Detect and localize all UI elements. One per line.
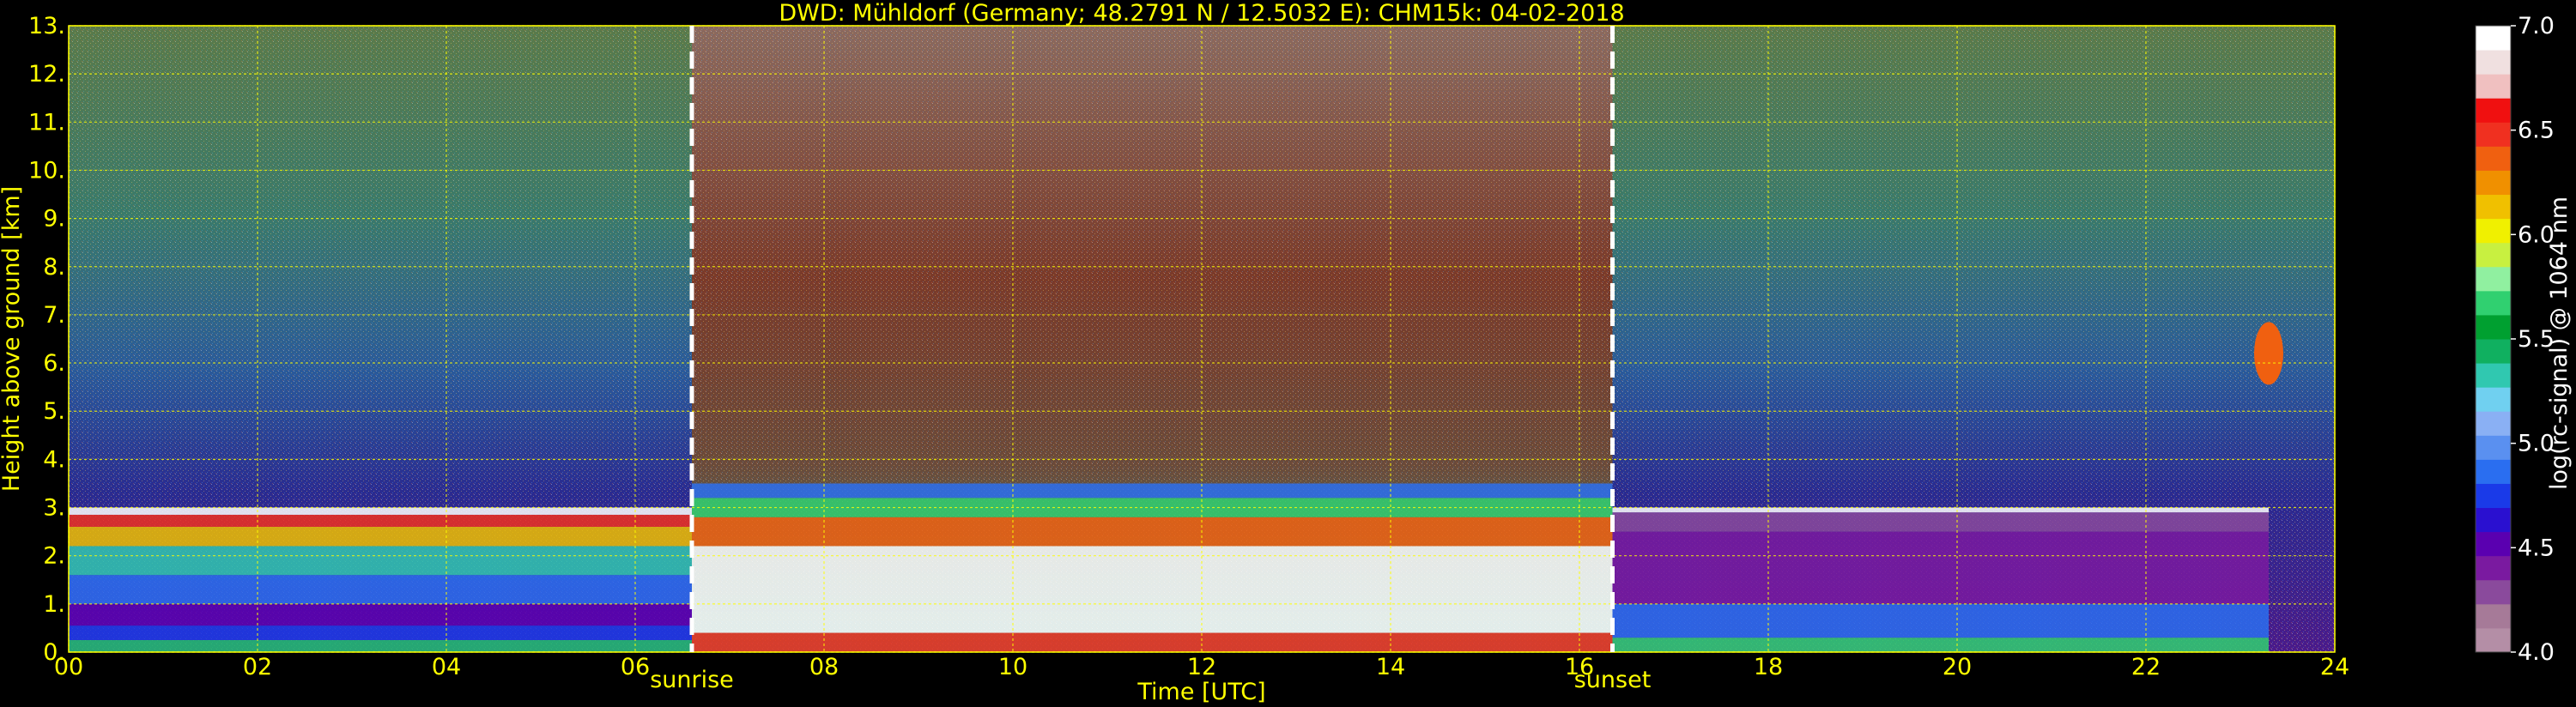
layer-band <box>692 483 1613 499</box>
y-tick-label: 8. <box>43 254 65 281</box>
colorbar-swatch <box>2476 218 2511 244</box>
x-tick-label: 14 <box>1376 654 1405 680</box>
ceilometer-figure: sunrise sunset 00 02 04 06 08 10 12 14 16 18 20 22 24… <box>0 0 2573 705</box>
x-axis-label: Time [UTC] <box>1136 679 1265 705</box>
colorbar-swatch <box>2476 531 2511 557</box>
layer-band <box>69 575 692 604</box>
colorbar-swatch <box>2476 170 2511 196</box>
x-tick-label: 10 <box>998 654 1027 680</box>
layer-band <box>69 625 692 640</box>
colorbar-swatch <box>2476 603 2511 629</box>
y-axis-ticks: 0. 1. 2. 3. 4. 5. 6. 7. 8. 9. 10. 11. 12. 13. <box>28 13 65 666</box>
x-tick-label: 02 <box>243 654 272 680</box>
layer-band <box>69 507 692 515</box>
layer-band <box>692 632 1613 652</box>
y-tick-label: 2. <box>43 543 65 570</box>
layer-3 <box>2254 322 2283 385</box>
colorbar-swatch <box>2476 387 2511 412</box>
marker-label-sunrise: sunrise <box>650 667 734 693</box>
colorbar-tick-label: 4.5 <box>2518 535 2555 561</box>
colorbar-swatches <box>2475 25 2512 653</box>
y-tick-label: 11. <box>28 109 65 136</box>
y-tick-label: 12. <box>28 61 65 88</box>
colorbar-tick-label: 4.0 <box>2518 639 2555 666</box>
x-tick-label: 08 <box>809 654 839 680</box>
plume-mark <box>2254 322 2283 385</box>
layer-band <box>69 639 692 652</box>
layer-band <box>69 514 692 527</box>
y-tick-label: 0. <box>43 639 65 666</box>
colorbar-swatch <box>2476 579 2511 605</box>
colorbar-swatch <box>2476 363 2511 388</box>
y-tick-label: 6. <box>43 350 65 377</box>
layer-band <box>1612 638 2269 652</box>
colorbar-swatch <box>2476 627 2511 653</box>
colorbar-swatch <box>2476 459 2511 484</box>
colorbar-label: log(rc-signal) @ 1064 nm <box>2546 196 2573 490</box>
y-tick-label: 7. <box>43 302 65 329</box>
colorbar-tick-label: 7.0 <box>2518 13 2555 39</box>
y-axis-label: Height above ground [km] <box>0 186 25 492</box>
layer-band <box>69 546 692 576</box>
y-tick-label: 9. <box>43 206 65 233</box>
layer-band <box>692 517 1613 547</box>
x-tick-label: 22 <box>2131 654 2161 680</box>
layer-band <box>1612 512 2269 532</box>
y-tick-label: 5. <box>43 398 65 425</box>
x-tick-label: 06 <box>621 654 650 680</box>
colorbar-swatch <box>2476 314 2511 340</box>
colorbar-swatch <box>2476 507 2511 533</box>
x-axis-ticks: 00 02 04 06 08 10 12 14 16 18 20 22 24 <box>54 654 2349 680</box>
layer-band <box>69 527 692 547</box>
y-tick-label: 1. <box>43 591 65 618</box>
x-tick-label: 20 <box>1943 654 1972 680</box>
colorbar-tick-label: 6.5 <box>2518 118 2555 144</box>
colorbar-swatch <box>2476 146 2511 171</box>
colorbar-swatch <box>2476 435 2511 460</box>
colorbar-swatch <box>2476 122 2511 147</box>
colorbar-swatch <box>2476 242 2511 268</box>
colorbar-swatch <box>2476 98 2511 123</box>
colorbar-swatch <box>2476 266 2511 292</box>
colorbar-swatch <box>2476 50 2511 75</box>
y-tick-label: 10. <box>28 157 65 184</box>
x-tick-label: 16 <box>1565 654 1594 680</box>
y-tick-label: 3. <box>43 495 65 522</box>
y-tick-label: 13. <box>28 13 65 39</box>
y-tick-label: 4. <box>43 446 65 473</box>
x-tick-label: 24 <box>2320 654 2349 680</box>
colorbar-swatch <box>2476 411 2511 436</box>
colorbar-swatch <box>2476 74 2511 99</box>
layer-band <box>69 603 692 626</box>
colorbar-swatch <box>2476 194 2511 220</box>
x-tick-label: 18 <box>1754 654 1783 680</box>
colorbar-swatch <box>2476 483 2511 509</box>
colorbar-swatch <box>2476 555 2511 581</box>
layer-0 <box>69 507 692 652</box>
layer-2 <box>1612 507 2269 652</box>
layer-band <box>1612 531 2269 604</box>
x-tick-label: 04 <box>432 654 461 680</box>
layer-band <box>1612 603 2269 638</box>
layer-band <box>692 546 1613 633</box>
x-tick-label: 12 <box>1187 654 1216 680</box>
colorbar-swatch <box>2476 26 2511 51</box>
colorbar-swatch <box>2476 339 2511 364</box>
layer-1 <box>692 483 1613 652</box>
chart-title: DWD: Mühldorf (Germany; 48.2791 N / 12.5… <box>779 0 1624 27</box>
colorbar: 4.04.55.05.56.06.57.0 log(rc-signal) @ 1… <box>2475 13 2573 666</box>
layer-band <box>1612 507 2269 513</box>
colorbar-swatch <box>2476 290 2511 316</box>
